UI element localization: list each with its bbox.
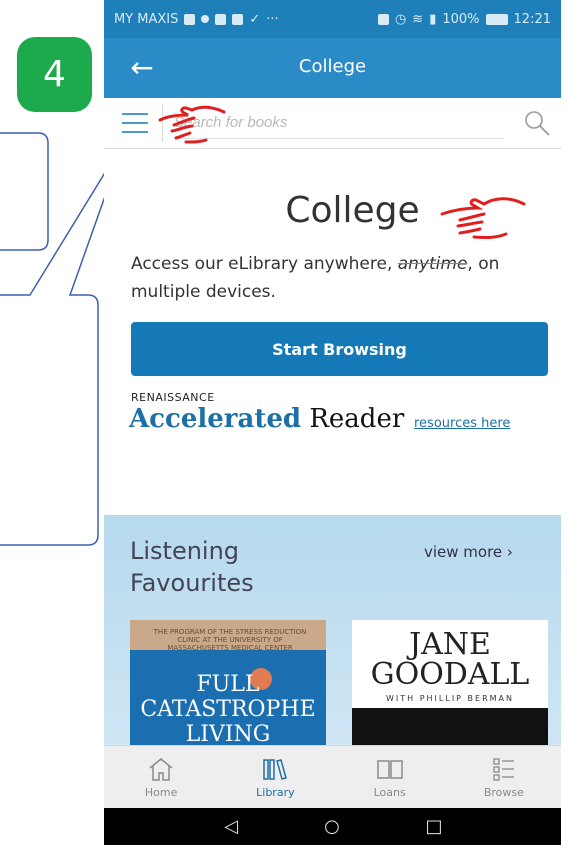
- notification-icon: [232, 13, 244, 25]
- notification-icon: [201, 15, 210, 23]
- alarm-icon: ◷: [394, 11, 407, 27]
- book-title: FULL CATASTROPHE LIVING: [130, 672, 326, 745]
- renaissance-label: RENAISSANCE: [131, 391, 215, 404]
- book-coauthor: WITH PHILLIP BERMAN: [385, 694, 514, 703]
- book-author-line: JANE: [409, 627, 491, 662]
- description-text: Access our eLibrary anywhere,: [131, 254, 398, 274]
- book-open-icon: [376, 760, 403, 779]
- nav-label: Home: [144, 786, 178, 799]
- battery-icon: [485, 13, 508, 25]
- phone-screen: MY MAXIS ✓ ··· ◷ ≋ ▮ 100% 12:21 ← Colleg…: [104, 0, 561, 845]
- start-browsing-button[interactable]: Start Browsing: [131, 322, 548, 376]
- check-icon: ✓: [249, 11, 261, 27]
- callout-box-1: [0, 132, 49, 251]
- list-icon: [493, 758, 514, 781]
- battery-percent: 100%: [442, 11, 480, 27]
- library-icon: [263, 759, 288, 780]
- nav-library[interactable]: Library: [218, 746, 332, 809]
- nav-label: Library: [256, 786, 295, 799]
- cover-image: [352, 708, 548, 745]
- search-icon[interactable]: [522, 108, 552, 138]
- nav-home[interactable]: Home: [104, 746, 218, 809]
- system-home-icon[interactable]: ○: [322, 817, 342, 837]
- menu-line: [122, 113, 148, 115]
- ar-logo-reader: Reader: [301, 404, 405, 434]
- book-title-line: LIVING: [185, 722, 271, 745]
- resources-link[interactable]: resources here: [414, 416, 510, 431]
- carrier-label: MY MAXIS: [114, 11, 179, 27]
- view-more-link[interactable]: view more ›: [424, 543, 513, 561]
- system-back-icon[interactable]: ◁: [221, 817, 241, 837]
- clock: 12:21: [513, 11, 551, 27]
- menu-line: [122, 122, 148, 124]
- book-title-line: CATASTROPHE: [140, 697, 316, 722]
- notification-icon: [184, 13, 196, 25]
- home-icon: [149, 758, 173, 781]
- system-navigation-bar: ◁ ○ □: [104, 808, 561, 845]
- signal-icon: ▮: [429, 11, 437, 27]
- book-cover-jane-goodall[interactable]: JANE GOODALL WITH PHILLIP BERMAN: [352, 620, 548, 745]
- hand-pointer-icon: [158, 105, 226, 144]
- search-bar: [104, 98, 561, 149]
- nav-loans[interactable]: Loans: [333, 746, 447, 809]
- section-title: Listening Favourites: [130, 537, 254, 597]
- bottom-navigation: Home Library Loans Browse: [104, 745, 561, 809]
- vibrate-icon: [377, 13, 389, 25]
- notification-icon: [215, 13, 227, 25]
- ar-logo-bold: Accelerated: [129, 404, 302, 434]
- nav-label: Loans: [373, 786, 406, 799]
- step-badge: 4: [17, 37, 92, 112]
- hand-pointer-icon: [440, 197, 526, 240]
- more-icon: ···: [266, 11, 279, 27]
- book-author-line: GOODALL: [370, 657, 530, 692]
- accelerated-reader-logo[interactable]: Accelerated Reader: [129, 404, 404, 434]
- wifi-icon: ≋: [412, 11, 424, 27]
- app-title: College: [298, 56, 367, 77]
- description-emphasis: anytime: [397, 254, 468, 274]
- listening-favourites-section: Listening Favourites view more › THE PRO…: [104, 515, 561, 745]
- nav-label: Browse: [483, 786, 524, 799]
- nav-browse[interactable]: Browse: [447, 746, 561, 809]
- book-title-line: FULL: [196, 672, 260, 697]
- system-recents-icon[interactable]: □: [424, 817, 444, 837]
- library-description: Access our eLibrary anywhere, anytime, o…: [131, 250, 551, 306]
- menu-line: [122, 131, 148, 133]
- status-bar: MY MAXIS ✓ ··· ◷ ≋ ▮ 100% 12:21: [104, 0, 561, 38]
- book-cover-full-catastrophe-living[interactable]: THE PROGRAM OF THE STRESS REDUCTION CLIN…: [130, 620, 326, 745]
- cover-note: THE PROGRAM OF THE STRESS REDUCTION CLIN…: [153, 628, 307, 652]
- app-bar: ← College: [104, 38, 561, 98]
